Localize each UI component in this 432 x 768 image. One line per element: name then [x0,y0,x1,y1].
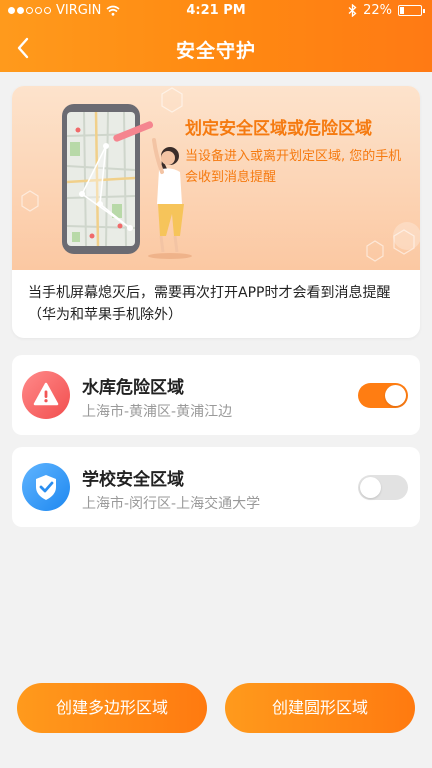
status-bar: VIRGIN 4:21 PM 22% [0,0,432,22]
info-banner-card: 划定安全区域或危险区域 当设备进入或离开划定区域, 您的手机会收到消息提醒 当手… [12,86,420,338]
zone-card-danger[interactable]: 水库危险区域 上海市-黄浦区-黄浦江边 [12,355,420,435]
battery-icon [398,5,425,16]
zone-address: 上海市-黄浦区-黄浦江边 [82,404,233,420]
battery-percent: 22% [363,3,392,18]
banner-description: 当设备进入或离开划定区域, 您的手机会收到消息提醒 [185,149,402,185]
create-polygon-zone-button[interactable]: 创建多边形区域 [17,683,207,733]
battery-level-fill [400,7,404,14]
banner-note: 当手机屏幕熄灭后，需要再次打开APP时才会看到消息提醒（华为和苹果手机除外） [28,285,391,323]
zone-address: 上海市-闵行区-上海交通大学 [82,496,261,512]
banner-image: 划定安全区域或危险区域 当设备进入或离开划定区域, 您的手机会收到消息提醒 [12,86,420,270]
zone-toggle[interactable] [358,383,408,408]
banner-title: 划定安全区域或危险区域 [185,119,372,139]
zone-toggle[interactable] [358,475,408,500]
header-bar: VIRGIN 4:21 PM 22% 安全守护 [0,0,432,72]
create-circle-zone-button[interactable]: 创建圆形区域 [225,683,415,733]
page-title: 安全守护 [175,40,256,62]
zone-name: 水库危险区域 [82,378,184,398]
warning-icon [22,371,70,419]
zone-name: 学校安全区域 [82,470,184,490]
shield-check-icon [22,463,70,511]
zone-card-safe[interactable]: 学校安全区域 上海市-闵行区-上海交通大学 [12,447,420,527]
status-bar-right: 22% [348,3,425,18]
bluetooth-icon [348,4,357,17]
